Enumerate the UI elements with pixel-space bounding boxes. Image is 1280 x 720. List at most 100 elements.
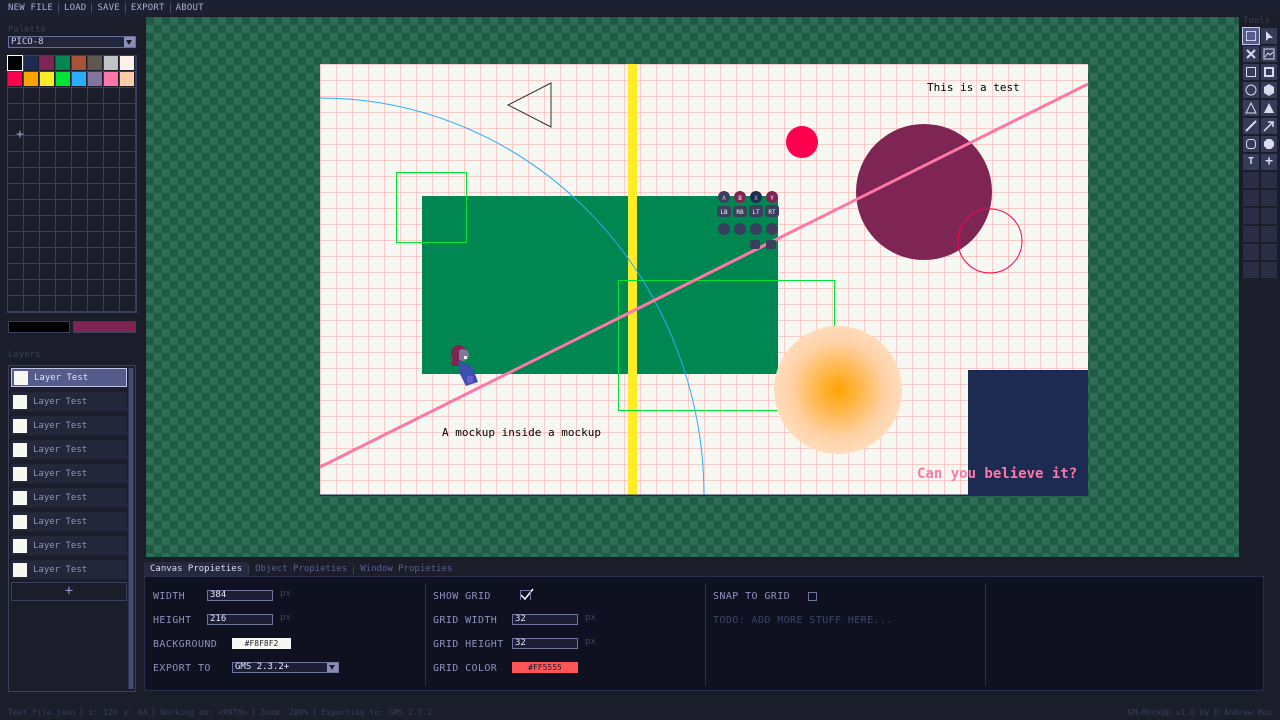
tool-slot-empty[interactable] (1243, 244, 1259, 260)
secondary-color[interactable] (73, 321, 136, 333)
layer-item[interactable]: Layer Test (11, 560, 127, 579)
maroon-circle[interactable] (856, 124, 992, 260)
palette-swatch[interactable] (56, 56, 70, 70)
tool-select-icon[interactable] (1242, 27, 1260, 45)
left-panel: Palette PICO-8 + Layers + Layer Test Laye… (0, 16, 142, 692)
layers-list: + Layer Test Layer Test Layer Test Layer Te… (8, 365, 136, 692)
tool-slot-empty[interactable] (1261, 262, 1277, 278)
palette-swatch[interactable] (120, 56, 134, 70)
height-input[interactable]: 216 (207, 614, 273, 625)
tool-triangle-outline-icon[interactable] (1243, 100, 1259, 116)
layer-thumbnail (13, 418, 27, 433)
grid-color-label: GRID COLOR (433, 663, 498, 674)
gamepad-label-b: B (738, 195, 742, 202)
layer-item[interactable]: Layer Test (11, 368, 127, 387)
layer-item[interactable]: Layer Test (11, 512, 127, 531)
menu-load[interactable]: LOAD (60, 3, 90, 13)
layer-item[interactable]: Layer Test (11, 464, 127, 483)
tool-rounded-rect-icon[interactable] (1243, 136, 1259, 152)
tool-slot-empty[interactable] (1243, 172, 1259, 188)
tool-slot-empty[interactable] (1261, 244, 1277, 260)
orange-glow-circle[interactable] (774, 326, 902, 454)
palette-swatch[interactable] (40, 56, 54, 70)
primary-color[interactable] (8, 321, 70, 333)
tool-slot-empty[interactable] (1243, 262, 1259, 278)
palette-swatch-grid[interactable]: + (7, 55, 137, 313)
layer-name: Layer Test (33, 540, 88, 551)
tool-slot-empty[interactable] (1261, 172, 1277, 188)
tool-delete-icon[interactable] (1243, 46, 1259, 62)
tool-slot-empty[interactable] (1261, 226, 1277, 242)
tool-add-icon[interactable]: + (1261, 154, 1277, 170)
layer-item[interactable]: Layer Test (11, 416, 127, 435)
palette-selected-value: PICO-8 (11, 37, 44, 47)
status-y: y: 64 (123, 707, 148, 717)
layer-item[interactable]: Layer Test (11, 536, 127, 555)
palette-swatch[interactable] (8, 72, 22, 86)
palette-swatch[interactable] (104, 72, 118, 86)
tool-slot-empty[interactable] (1261, 208, 1277, 224)
tab-object-properties[interactable]: Object Propieties (249, 562, 353, 576)
palette-swatch[interactable] (72, 56, 86, 70)
tool-circle-filled-icon[interactable] (1261, 82, 1277, 98)
layer-thumbnail (13, 562, 27, 577)
layers-scrollbar[interactable] (128, 368, 134, 689)
gamepad-label-x: X (754, 195, 758, 202)
export-select[interactable]: GMS 2.3.2+ (232, 662, 339, 673)
layer-item[interactable]: Layer Test (11, 392, 127, 411)
show-grid-checkbox[interactable] (520, 588, 534, 601)
layer-item[interactable]: Layer Test (11, 440, 127, 459)
tool-circle-outline-icon[interactable] (1243, 82, 1259, 98)
tool-octagon-icon[interactable] (1261, 136, 1277, 152)
red-circle[interactable] (786, 126, 818, 158)
menu-save[interactable]: SAVE (93, 3, 123, 13)
palette-select[interactable]: PICO-8 (8, 36, 136, 48)
tool-pointer-icon[interactable] (1261, 28, 1277, 44)
background-color-swatch[interactable]: #F8F8F2 (232, 638, 291, 649)
add-swatch-button[interactable]: + (16, 128, 24, 142)
background-label: BACKGROUND (153, 639, 218, 650)
add-layer-button[interactable]: + (11, 582, 127, 601)
canvas-text-believe[interactable]: Can you believe it? (917, 466, 1077, 482)
palette-swatch[interactable] (104, 56, 118, 70)
mockup-canvas[interactable]: A B X Y LB RB LT RT This is a test A moc… (320, 64, 1088, 496)
palette-swatch[interactable] (24, 56, 38, 70)
tool-image-icon[interactable] (1261, 46, 1277, 62)
palette-swatch[interactable] (72, 72, 86, 86)
grid-color-swatch[interactable]: #FF5555 (512, 662, 578, 673)
palette-swatch[interactable] (88, 56, 102, 70)
canvas-text-mockup[interactable]: A mockup inside a mockup (442, 426, 601, 439)
scrollbar-thumb[interactable] (129, 368, 133, 689)
tool-slot-empty[interactable] (1261, 190, 1277, 206)
tool-triangle-filled-icon[interactable] (1261, 100, 1277, 116)
tool-slot-empty[interactable] (1243, 190, 1259, 206)
tool-arrow-icon[interactable] (1261, 118, 1277, 134)
tool-rectangle-filled-icon[interactable] (1261, 64, 1277, 80)
palette-swatch[interactable] (56, 72, 70, 86)
status-x: x: 120 (88, 707, 118, 717)
tool-line-icon[interactable] (1243, 118, 1259, 134)
palette-swatch[interactable] (7, 55, 23, 71)
status-exporting: Exporting to: GMS 2.3.2 (321, 707, 433, 717)
layer-item[interactable]: Layer Test (11, 488, 127, 507)
tool-text-icon[interactable]: T (1243, 154, 1259, 170)
palette-swatch[interactable] (120, 72, 134, 86)
grid-width-input[interactable]: 32 (512, 614, 578, 625)
tab-canvas-properties[interactable]: Canvas Propieties (144, 562, 249, 576)
tab-window-properties[interactable]: Window Propieties (354, 562, 458, 576)
grid-height-input[interactable]: 32 (512, 638, 578, 649)
menu-about[interactable]: ABOUT (172, 3, 208, 13)
menu-new-file[interactable]: NEW FILE (4, 3, 57, 13)
gamepad-label-lt: LT (752, 209, 760, 216)
menu-export[interactable]: EXPORT (127, 3, 169, 13)
palette-swatch[interactable] (40, 72, 54, 86)
snap-to-grid-checkbox[interactable] (808, 592, 817, 601)
tool-rectangle-outline-icon[interactable] (1243, 64, 1259, 80)
palette-swatch[interactable] (24, 72, 38, 86)
canvas-text-test[interactable]: This is a test (927, 81, 1020, 94)
tool-slot-empty[interactable] (1243, 226, 1259, 242)
palette-swatch[interactable] (88, 72, 102, 86)
width-input[interactable]: 384 (207, 590, 273, 601)
green-rectangle[interactable] (422, 196, 778, 374)
tool-slot-empty[interactable] (1243, 208, 1259, 224)
